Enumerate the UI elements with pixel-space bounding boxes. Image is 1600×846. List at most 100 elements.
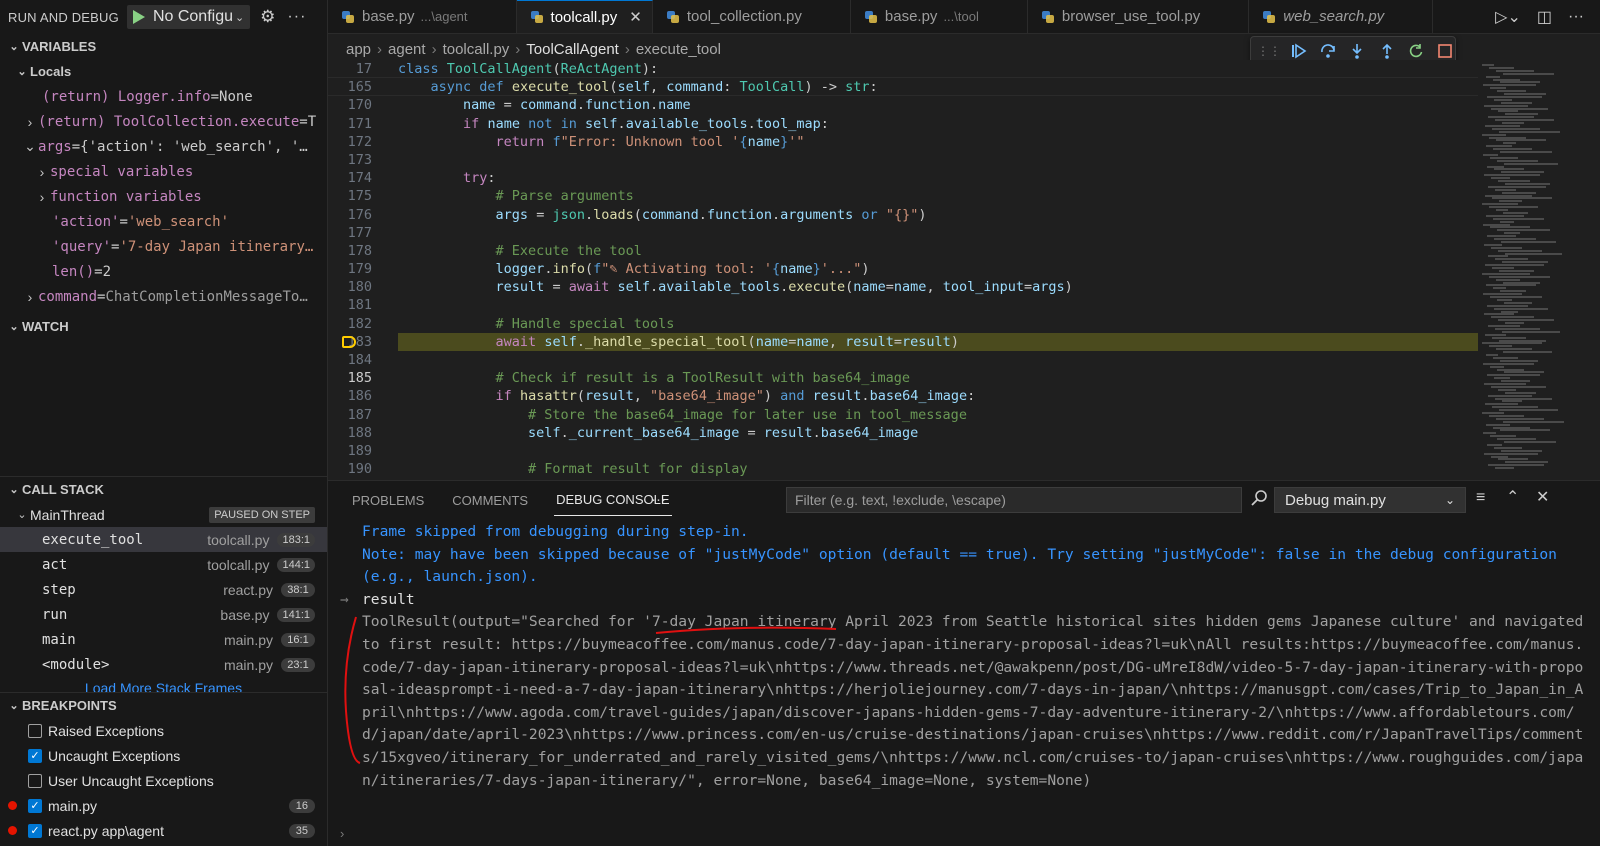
breakpoints-header[interactable]: ⌄ BREAKPOINTS bbox=[0, 693, 327, 718]
code-line[interactable]: 173 bbox=[328, 151, 1478, 169]
breakpoint-checkbox[interactable] bbox=[28, 773, 42, 788]
gutter[interactable] bbox=[372, 224, 398, 242]
run-debug-icon[interactable]: ▷⌄ bbox=[1495, 7, 1521, 27]
editor-tab[interactable]: web_search.py bbox=[1249, 0, 1434, 33]
code-line[interactable]: 185 # Check if result is a ToolResult wi… bbox=[328, 369, 1478, 387]
gutter[interactable] bbox=[372, 78, 398, 95]
locals-scope[interactable]: ⌄ Locals bbox=[0, 59, 327, 84]
variable-row[interactable]: › function variables bbox=[0, 184, 327, 209]
gutter[interactable] bbox=[372, 206, 398, 224]
gutter[interactable] bbox=[372, 60, 398, 77]
gutter[interactable] bbox=[372, 278, 398, 296]
code-editor[interactable]: 17 class ToolCallAgent(ReActAgent): 165 as… bbox=[328, 60, 1478, 478]
variable-row[interactable]: len() = 2 bbox=[0, 259, 327, 284]
gutter[interactable] bbox=[372, 115, 398, 133]
restart-icon[interactable] bbox=[1406, 41, 1425, 61]
step-into-icon[interactable] bbox=[1348, 41, 1367, 61]
breakpoint-checkbox[interactable]: ✓ bbox=[28, 823, 42, 838]
chevron-right-icon[interactable]: › bbox=[22, 289, 38, 305]
code-line[interactable]: 176 args = json.loads(command.function.a… bbox=[328, 206, 1478, 224]
clear-console-icon[interactable]: ≡ bbox=[1476, 489, 1485, 507]
console-input-prompt[interactable]: › bbox=[328, 826, 1600, 846]
gutter[interactable] bbox=[372, 242, 398, 260]
close-panel-icon[interactable]: ✕ bbox=[1536, 487, 1549, 507]
minimap[interactable] bbox=[1478, 60, 1600, 478]
variable-row[interactable]: › (return) ToolCollection.execute = T bbox=[0, 109, 327, 134]
code-line[interactable]: 189 bbox=[328, 442, 1478, 460]
code-line[interactable]: 187 # Store the base64_image for later u… bbox=[328, 406, 1478, 424]
code-line[interactable]: 17 class ToolCallAgent(ReActAgent): bbox=[328, 60, 1478, 79]
code-line[interactable]: 186 if hasattr(result, "base64_image") a… bbox=[328, 387, 1478, 405]
stack-frame[interactable]: run base.py 141:1 bbox=[0, 602, 327, 627]
code-line[interactable]: 184 bbox=[328, 351, 1478, 369]
gutter[interactable] bbox=[372, 387, 398, 405]
gutter[interactable] bbox=[372, 369, 398, 387]
code-line[interactable]: 175 # Parse arguments bbox=[328, 187, 1478, 205]
breakpoint-item[interactable]: User Uncaught Exceptions bbox=[0, 768, 327, 793]
gutter[interactable] bbox=[372, 151, 398, 169]
panel-tab[interactable]: COMMENTS bbox=[450, 485, 530, 516]
continue-icon[interactable] bbox=[1289, 41, 1308, 61]
variable-row[interactable]: › special variables bbox=[0, 159, 327, 184]
editor-tab[interactable]: toolcall.py ✕ bbox=[516, 0, 653, 33]
gutter[interactable] bbox=[372, 169, 398, 187]
thread-row[interactable]: ⌄ MainThread PAUSED ON STEP bbox=[0, 502, 327, 527]
stack-frame[interactable]: main main.py 16:1 bbox=[0, 627, 327, 652]
gutter[interactable] bbox=[372, 296, 398, 314]
variable-row[interactable]: (return) Logger.info = None bbox=[0, 84, 327, 109]
gutter[interactable] bbox=[372, 424, 398, 442]
stop-icon[interactable] bbox=[1436, 41, 1455, 61]
stack-frame[interactable]: execute_tool toolcall.py 183:1 bbox=[0, 527, 327, 552]
code-line[interactable]: 170 name = command.function.name bbox=[328, 96, 1478, 114]
gutter[interactable] bbox=[372, 351, 398, 369]
maximize-panel-icon[interactable]: ⌃ bbox=[1506, 487, 1519, 507]
variable-row[interactable]: 'query' = '7-day Japan itinerary… bbox=[0, 234, 327, 259]
panel-more-icon[interactable]: ··· bbox=[651, 491, 666, 508]
breakpoint-item[interactable]: Raised Exceptions bbox=[0, 718, 327, 743]
step-over-icon[interactable] bbox=[1318, 41, 1337, 61]
gutter[interactable] bbox=[372, 460, 398, 478]
more-actions-icon[interactable]: ··· bbox=[287, 8, 306, 26]
code-line[interactable]: 177 bbox=[328, 224, 1478, 242]
editor-tab[interactable]: browser_use_tool.py bbox=[1028, 0, 1250, 33]
stack-frame[interactable]: step react.py 38:1 bbox=[0, 577, 327, 602]
gutter[interactable] bbox=[342, 333, 398, 351]
breakpoint-item[interactable]: ✓ main.py 16 bbox=[0, 793, 327, 818]
start-debugging-icon[interactable] bbox=[132, 10, 145, 24]
breadcrumb-item[interactable]: app bbox=[346, 41, 371, 58]
breakpoint-item[interactable]: ✓ Uncaught Exceptions bbox=[0, 743, 327, 768]
launch-config-select[interactable]: No Configu ⌄ bbox=[126, 5, 251, 29]
gutter[interactable] bbox=[372, 260, 398, 278]
chevron-right-icon[interactable]: › bbox=[22, 114, 38, 130]
breadcrumb-item[interactable]: execute_tool bbox=[636, 41, 721, 58]
variable-row[interactable]: ⌄ args = {'action': 'web_search', '… bbox=[0, 134, 327, 159]
debug-session-select[interactable]: Debug main.py ⌄ bbox=[1274, 487, 1466, 513]
panel-tab[interactable]: PROBLEMS bbox=[350, 485, 426, 516]
code-line[interactable]: 172 return f"Error: Unknown tool '{name}… bbox=[328, 133, 1478, 151]
code-line[interactable]: 190 # Format result for display bbox=[328, 460, 1478, 478]
code-line[interactable]: 174 try: bbox=[328, 169, 1478, 187]
code-line[interactable]: 179 logger.info(f"✎ Activating tool: '{n… bbox=[328, 260, 1478, 278]
split-editor-icon[interactable]: ◫ bbox=[1537, 7, 1552, 27]
code-line[interactable]: 188 self._current_base64_image = result.… bbox=[328, 424, 1478, 442]
editor-tab[interactable]: base.py ...\tool bbox=[851, 0, 1028, 33]
gutter[interactable] bbox=[372, 96, 398, 114]
breakpoint-item[interactable]: ✓ react.py app\agent 35 bbox=[0, 818, 327, 843]
breadcrumb-item[interactable]: ToolCallAgent bbox=[526, 41, 619, 58]
code-line[interactable]: 178 # Execute the tool bbox=[328, 242, 1478, 260]
breadcrumb-item[interactable]: toolcall.py bbox=[443, 41, 510, 58]
editor-tab[interactable]: tool_collection.py bbox=[653, 0, 851, 33]
code-line[interactable]: 171 if name not in self.available_tools.… bbox=[328, 115, 1478, 133]
code-line[interactable]: 182 # Handle special tools bbox=[328, 315, 1478, 333]
editor-tab[interactable]: base.py ...\agent bbox=[328, 0, 517, 33]
variables-section-header[interactable]: ⌄ VARIABLES bbox=[0, 34, 327, 59]
more-actions-icon[interactable]: ··· bbox=[1568, 8, 1584, 26]
chevron-down-icon[interactable]: ⌄ bbox=[22, 138, 38, 155]
code-line[interactable]: 183 await self._handle_special_tool(name… bbox=[328, 332, 1478, 351]
breakpoint-checkbox[interactable]: ✓ bbox=[28, 798, 42, 813]
gear-icon[interactable]: ⚙ bbox=[260, 7, 275, 27]
code-line[interactable]: 165 async def execute_tool(self, command… bbox=[328, 78, 1478, 97]
gutter[interactable] bbox=[372, 442, 398, 460]
chevron-right-icon[interactable]: › bbox=[34, 189, 50, 205]
breakpoint-checkbox[interactable] bbox=[28, 723, 42, 738]
